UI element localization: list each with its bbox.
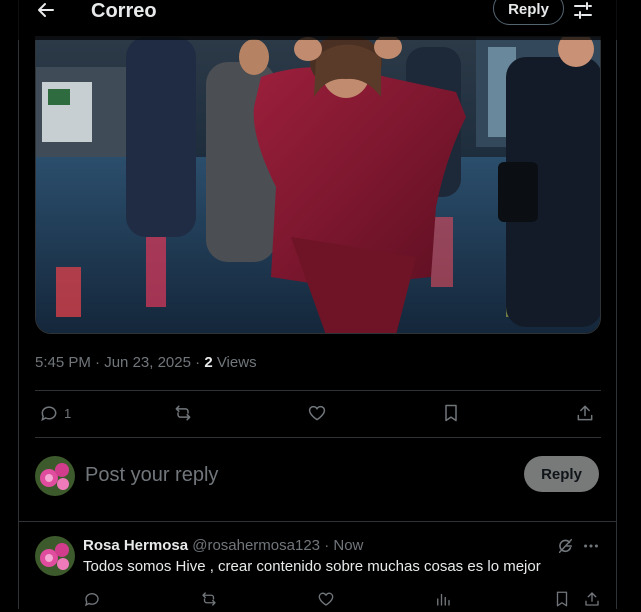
post-date: Jun 23, 2025 <box>104 354 191 371</box>
more-dots-icon[interactable] <box>582 537 600 555</box>
share-action[interactable] <box>575 402 595 424</box>
divider <box>19 521 616 522</box>
avatar[interactable] <box>35 536 75 576</box>
bookmark-icon[interactable] <box>553 590 571 608</box>
tweet-time[interactable]: Now <box>333 537 363 554</box>
views-count: 2 <box>204 354 213 371</box>
post-timestamp[interactable]: 5:45 PM · Jun 23, 2025 · 2 Views <box>35 353 257 373</box>
reply-composer: Post your reply Reply <box>35 455 601 497</box>
share-icon[interactable] <box>583 590 601 608</box>
repost-icon[interactable] <box>200 590 218 608</box>
reply-count: 1 <box>64 405 72 421</box>
reply-action[interactable]: 1 <box>39 402 71 424</box>
divider <box>35 437 601 438</box>
post-image[interactable] <box>35 36 601 334</box>
arrow-left-icon[interactable] <box>34 0 58 22</box>
grok-icon[interactable] <box>556 537 574 555</box>
speech-bubble-icon[interactable] <box>83 590 101 608</box>
tweet-header: Rosa Hermosa @rosahermosa123 · Now <box>83 536 363 556</box>
bookmark-icon <box>445 404 457 422</box>
author-name[interactable]: Rosa Hermosa <box>83 537 188 554</box>
reply-input[interactable]: Post your reply <box>85 464 218 487</box>
repost-icon <box>175 405 191 421</box>
bar-chart-icon[interactable] <box>434 590 452 608</box>
top-bar: Correo Reply <box>0 0 641 40</box>
meta-dot: · <box>324 537 330 554</box>
speech-bubble-icon <box>41 406 57 422</box>
reply-tweet[interactable]: Rosa Hermosa @rosahermosa123 · Now Todos… <box>35 534 601 609</box>
bookmark-action[interactable] <box>441 402 461 424</box>
post-action-bar: 1 <box>35 390 601 437</box>
repost-action[interactable] <box>173 402 193 424</box>
meta-dot: · <box>95 354 101 371</box>
heart-icon <box>308 405 326 421</box>
avatar[interactable] <box>35 456 75 496</box>
meta-dot: · <box>195 354 201 371</box>
header-reply-button[interactable]: Reply <box>493 0 564 25</box>
share-icon <box>577 405 593 421</box>
page-title: Correo <box>91 0 157 22</box>
heart-icon[interactable] <box>317 590 335 608</box>
views-label: Views <box>216 354 257 371</box>
reply-button[interactable]: Reply <box>524 456 599 492</box>
post-time: 5:45 PM <box>35 354 91 371</box>
sliders-icon[interactable] <box>572 0 594 22</box>
author-handle[interactable]: @rosahermosa123 <box>192 537 320 554</box>
tweet-text: Todos somos Hive , crear contenido sobre… <box>83 558 541 575</box>
like-action[interactable] <box>307 402 327 424</box>
